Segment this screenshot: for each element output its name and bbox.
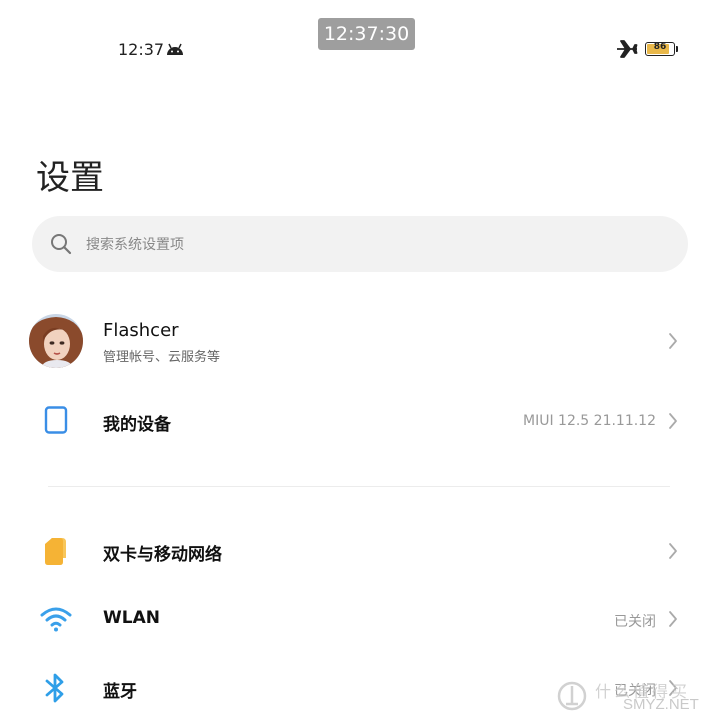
status-bar-time: 12:37 (118, 40, 165, 59)
chevron-right-icon (669, 333, 677, 349)
bluetooth-icon (45, 673, 64, 703)
battery-indicator: 86 (645, 42, 675, 56)
search-input[interactable] (84, 226, 668, 264)
account-subtitle: 管理帐号、云服务等 (103, 350, 221, 365)
page-title: 设置 (36, 158, 104, 198)
wlan-label: WLAN (103, 608, 160, 628)
android-icon (167, 43, 183, 55)
wlan-row[interactable]: WLAN 已关闭 (0, 594, 720, 644)
battery-text: 86 (653, 42, 667, 52)
chevron-right-icon (669, 413, 677, 429)
section-divider (48, 486, 670, 487)
search-icon (51, 234, 72, 255)
wifi-icon (40, 607, 72, 632)
avatar (29, 314, 83, 368)
watermark-logo-icon (557, 681, 587, 711)
my-device-label: 我的设备 (103, 415, 171, 435)
chevron-right-icon (669, 543, 677, 559)
sim-mobile-network-row[interactable]: 双卡与移动网络 (0, 526, 720, 576)
bluetooth-label: 蓝牙 (103, 682, 137, 702)
wlan-status: 已关闭 (614, 614, 656, 630)
site-watermark: 什么值得买 SMYZ.NET (555, 678, 715, 718)
account-name: Flashcer (103, 320, 179, 341)
battery-cap (676, 46, 678, 52)
my-device-row[interactable]: 我的设备 MIUI 12.5 21.11.12 (0, 396, 720, 446)
overlay-clock: 12:37:30 (318, 18, 415, 50)
search-bar[interactable] (32, 216, 688, 272)
watermark-sub: SMYZ.NET (623, 696, 699, 713)
tablet-icon (44, 406, 68, 434)
airplane-icon (617, 40, 638, 58)
chevron-right-icon (669, 611, 677, 627)
sim-card-icon (45, 538, 66, 565)
account-row[interactable]: Flashcer 管理帐号、云服务等 (0, 310, 720, 374)
sim-mobile-network-label: 双卡与移动网络 (103, 545, 222, 565)
my-device-value: MIUI 12.5 21.11.12 (523, 413, 656, 429)
